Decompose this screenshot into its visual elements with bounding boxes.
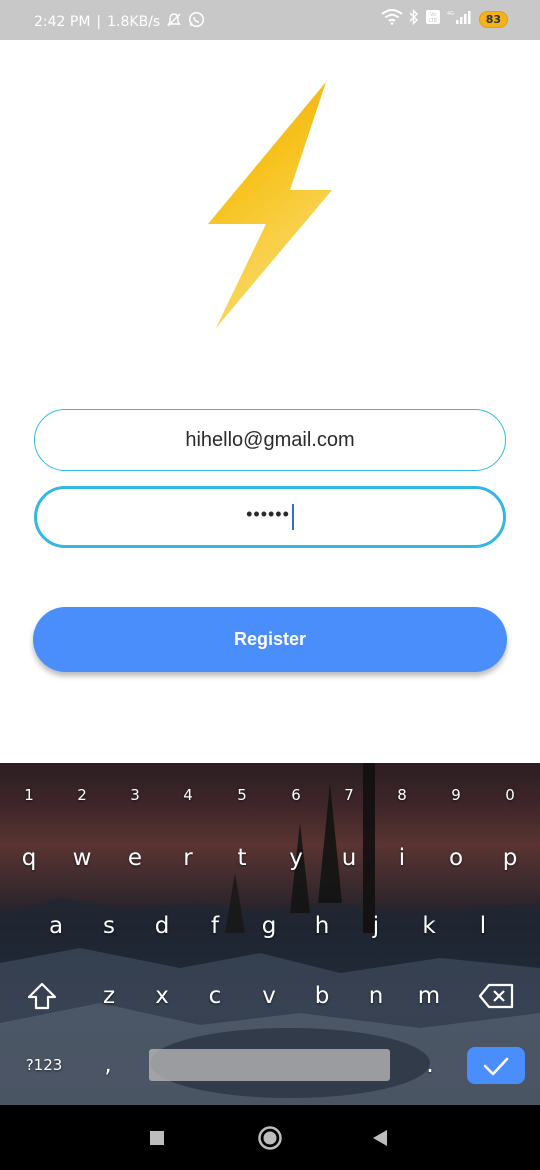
recent-apps-icon[interactable] [149, 1130, 165, 1146]
volte-icon: Vo LTE [425, 9, 441, 29]
key-8[interactable]: 8 [382, 775, 422, 815]
key-1[interactable]: 1 [9, 775, 49, 815]
period-key[interactable]: . [410, 1045, 450, 1085]
check-icon [483, 1057, 509, 1075]
key-d[interactable]: d [142, 906, 182, 946]
key-9[interactable]: 9 [436, 775, 476, 815]
signal-icon: 4G [447, 9, 473, 29]
wifi-icon [381, 9, 403, 29]
key-e[interactable]: e [115, 838, 155, 878]
key-f[interactable]: f [195, 906, 235, 946]
key-o[interactable]: o [436, 838, 476, 878]
space-key[interactable] [149, 1049, 390, 1081]
key-p[interactable]: p [490, 838, 530, 878]
key-c[interactable]: c [195, 976, 235, 1016]
comma-key[interactable]: , [88, 1045, 128, 1085]
soft-keyboard: 1 2 3 4 5 6 7 8 9 0 q w e r t y u i o p … [0, 763, 540, 1105]
key-6[interactable]: 6 [276, 775, 316, 815]
register-label: Register [233, 629, 307, 649]
number-row: 1 2 3 4 5 6 7 8 9 0 [0, 775, 540, 815]
key-4[interactable]: 4 [168, 775, 208, 815]
key-h[interactable]: h [302, 906, 342, 946]
back-icon[interactable] [371, 1129, 389, 1147]
symbols-key[interactable]: ?123 [16, 1045, 72, 1085]
email-value: hihello@gmail.com [185, 428, 355, 451]
key-0[interactable]: 0 [490, 775, 530, 815]
whatsapp-icon [188, 11, 205, 32]
key-x[interactable]: x [142, 976, 182, 1016]
email-field[interactable]: hihello@gmail.com [34, 409, 506, 471]
key-5[interactable]: 5 [222, 775, 262, 815]
password-value: •••••• [246, 503, 290, 524]
text-cursor [291, 504, 294, 530]
letter-row-2: a s d f g h j k l [0, 906, 540, 946]
key-t[interactable]: t [222, 838, 262, 878]
key-j[interactable]: j [356, 906, 396, 946]
key-2[interactable]: 2 [62, 775, 102, 815]
letter-row-3: z x c v b n m [0, 976, 540, 1016]
key-l[interactable]: l [463, 906, 503, 946]
backspace-icon [478, 983, 514, 1009]
key-w[interactable]: w [62, 838, 102, 878]
battery-icon: 83 [478, 10, 508, 28]
key-v[interactable]: v [249, 976, 289, 1016]
backspace-key[interactable] [476, 976, 516, 1016]
key-a[interactable]: a [36, 906, 76, 946]
key-y[interactable]: y [276, 838, 316, 878]
shift-key[interactable] [22, 976, 62, 1016]
status-separator: | [96, 13, 102, 30]
letter-row-1: q w e r t y u i o p [0, 838, 540, 878]
shift-icon [27, 982, 57, 1010]
home-icon[interactable] [257, 1125, 283, 1151]
status-bar: 2:42 PM | 1.8KB/s Vo LTE 4G 83 [0, 0, 540, 40]
key-q[interactable]: q [9, 838, 49, 878]
mute-bell-icon [166, 12, 182, 32]
lightning-bolt-icon [208, 82, 332, 328]
key-3[interactable]: 3 [115, 775, 155, 815]
password-field[interactable]: •••••• [34, 486, 506, 548]
navigation-bar [0, 1105, 540, 1170]
status-net-speed: 1.8KB/s [107, 13, 161, 30]
register-button[interactable]: Register [33, 607, 507, 672]
bluetooth-icon [409, 8, 419, 29]
key-n[interactable]: n [356, 976, 396, 1016]
svg-text:4G: 4G [447, 11, 454, 17]
key-b[interactable]: b [302, 976, 342, 1016]
done-key[interactable] [467, 1047, 525, 1084]
status-time: 2:42 PM [34, 13, 91, 30]
key-u[interactable]: u [329, 838, 369, 878]
key-r[interactable]: r [168, 838, 208, 878]
key-g[interactable]: g [249, 906, 289, 946]
key-z[interactable]: z [89, 976, 129, 1016]
key-s[interactable]: s [89, 906, 129, 946]
key-k[interactable]: k [409, 906, 449, 946]
key-m[interactable]: m [409, 976, 449, 1016]
key-i[interactable]: i [382, 838, 422, 878]
key-7[interactable]: 7 [329, 775, 369, 815]
svg-text:LTE: LTE [429, 18, 437, 24]
